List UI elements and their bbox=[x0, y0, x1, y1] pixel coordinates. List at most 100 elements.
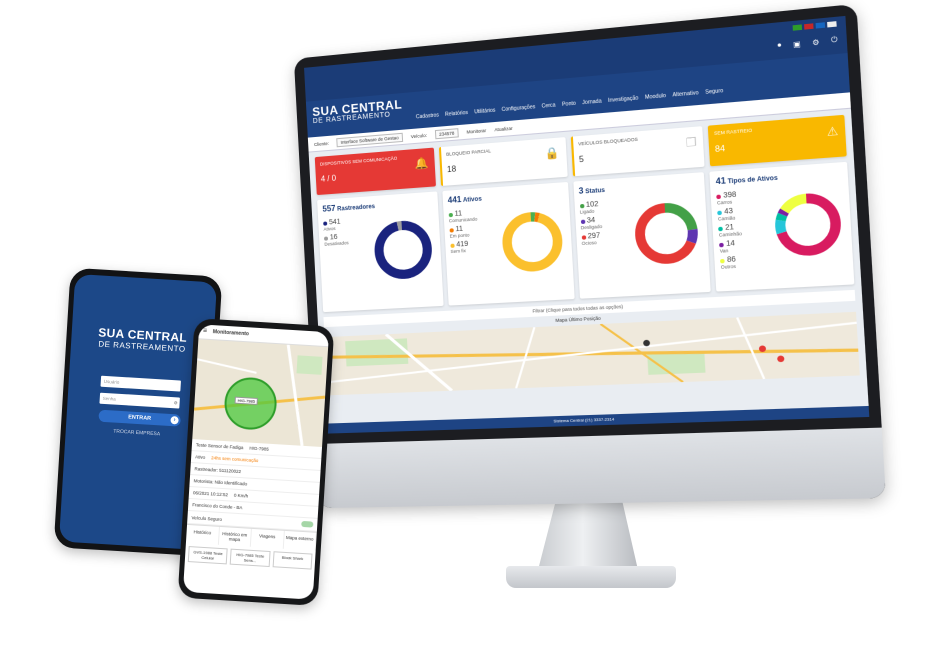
eye-icon[interactable]: ⊘ bbox=[174, 397, 178, 408]
brand-logo: SUA CENTRAL DE RASTREAMENTO bbox=[312, 97, 403, 125]
panel-title: 41 Tipos de Ativos bbox=[715, 175, 778, 187]
card-value: 84 bbox=[714, 143, 726, 155]
menu-icon[interactable]: ≡ bbox=[202, 325, 208, 339]
menu-item[interactable]: Ponto bbox=[562, 101, 576, 108]
legend-label: Em ponto bbox=[449, 232, 470, 239]
password-placeholder: Senha bbox=[102, 395, 116, 402]
menu-item[interactable]: Jornada bbox=[582, 98, 602, 106]
legend-item: 102 Ligado bbox=[579, 201, 601, 215]
card-label: Bloqueio parcial bbox=[446, 148, 492, 157]
panel-legend: 11 Comunicando 11 Em ponto 419 Sem fix bbox=[448, 209, 479, 257]
legend-dot-icon bbox=[323, 236, 329, 241]
asset-types-donut-chart bbox=[770, 189, 845, 261]
menu-item[interactable]: Cadastros bbox=[416, 112, 439, 120]
flag-usa-icon[interactable] bbox=[815, 22, 826, 29]
vehicle-chip[interactable]: HIG-7985 Teste Sens... bbox=[230, 548, 271, 568]
legend-item: 419 Sem fix bbox=[450, 240, 479, 254]
flag-spain-icon[interactable] bbox=[804, 23, 814, 30]
secure-toggle[interactable] bbox=[301, 520, 314, 528]
power-icon[interactable]: ⏻ bbox=[831, 36, 838, 45]
legend-item: 398 Carros bbox=[716, 191, 740, 206]
vehicle-name: Teste Sensor de Fadiga bbox=[195, 442, 244, 451]
panel-status: 3 Status 102 Ligado 34 Desligado 297 Ocioso bbox=[572, 172, 712, 299]
username-input[interactable]: Usuário bbox=[100, 375, 181, 392]
card-label: Veículos bloqueados bbox=[577, 136, 639, 147]
tab-trips[interactable]: Viagens bbox=[250, 528, 285, 549]
legend-item: 11 Comunicando bbox=[448, 209, 477, 223]
legend-label: Ligado bbox=[579, 208, 595, 215]
vehicle-input[interactable]: 234578 bbox=[434, 127, 459, 139]
refresh-button[interactable]: Atualizar bbox=[494, 125, 512, 132]
legend-label: Comunicando bbox=[448, 216, 478, 224]
legend-label: Desativados bbox=[324, 240, 349, 247]
login-button-label: ENTRAR bbox=[127, 414, 152, 422]
donut-slice bbox=[505, 215, 558, 268]
speed: 0 Km/h bbox=[233, 492, 249, 499]
vehicle-plate: HIG-7985 bbox=[249, 445, 270, 452]
settings-icon[interactable]: ⚙ bbox=[812, 38, 820, 47]
menu-item[interactable]: Investigação bbox=[608, 95, 639, 104]
legend-label: Van bbox=[719, 247, 729, 254]
legend-item: 541 Ativos bbox=[323, 218, 348, 232]
menu-item[interactable]: Cerca bbox=[541, 102, 555, 109]
donut-slice bbox=[378, 224, 429, 276]
vehicle-chip[interactable]: Block Shark bbox=[272, 551, 313, 570]
vehicle-map-tag[interactable]: HIG-7985 bbox=[234, 396, 259, 406]
lock-icon: 🔒 bbox=[544, 146, 560, 161]
monitor-stand-base bbox=[506, 566, 676, 588]
panel-trackers: 557 Rastreadores 541 Ativos 16 Desativados bbox=[317, 191, 444, 313]
legend-label: Camião bbox=[717, 215, 736, 222]
legend-label: Carros bbox=[716, 199, 733, 206]
user-icon[interactable]: ● bbox=[777, 42, 782, 51]
monitoring-map[interactable]: HIG-7985 bbox=[192, 339, 329, 448]
print-icon[interactable]: ▣ bbox=[793, 40, 801, 49]
warning-icon: ⚠ bbox=[826, 125, 839, 140]
vehicle-chip[interactable]: GVS-1988 Teste Celular bbox=[187, 546, 228, 565]
legend-item: 11 Em ponto bbox=[449, 225, 478, 239]
monitor-stand-neck bbox=[538, 500, 638, 570]
menu-item[interactable]: Relatórios bbox=[445, 110, 468, 118]
menu-item[interactable]: Alternativo bbox=[672, 90, 698, 99]
legend-item: 21 Caminhão bbox=[718, 223, 742, 238]
datetime: 06/2021 10:12:52 bbox=[192, 490, 229, 498]
menu-item[interactable]: Utilitários bbox=[474, 107, 496, 115]
panel-active: 441 Ativos 11 Comunicando 11 Em ponto 419 Sem… bbox=[442, 181, 575, 306]
legend-dot-icon bbox=[580, 219, 585, 224]
phone-monitoring: ≡ Monitoramento HIG-7985 Teste Sensor de… bbox=[177, 317, 335, 607]
monitoring-screen: ≡ Monitoramento HIG-7985 Teste Sensor de… bbox=[182, 324, 330, 600]
login-button[interactable]: ENTRAR › bbox=[98, 409, 181, 427]
client-select[interactable]: Interface Software de Gestao bbox=[336, 132, 403, 147]
card-value: 18 bbox=[446, 164, 457, 175]
legend-dot-icon bbox=[717, 210, 723, 216]
tab-external-map[interactable]: Mapa externo bbox=[283, 530, 317, 551]
arrow-right-icon: › bbox=[170, 416, 179, 425]
legend-label: Outros bbox=[720, 263, 737, 270]
trackers-donut-chart bbox=[370, 216, 436, 283]
vehicle-label: Veículo: bbox=[410, 132, 427, 139]
legend-dot-icon bbox=[450, 243, 455, 248]
tab-history[interactable]: Histórico bbox=[185, 524, 220, 545]
monitor-button[interactable]: Monitorar bbox=[466, 127, 486, 134]
menu-item[interactable]: Configurações bbox=[501, 104, 535, 113]
language-flags[interactable] bbox=[792, 21, 837, 31]
legend-dot-icon bbox=[718, 226, 724, 232]
menu-item[interactable]: Seguro bbox=[705, 88, 723, 96]
tab-history-map[interactable]: Histórico em mapa bbox=[218, 526, 252, 547]
bell-icon: 🔔 bbox=[414, 157, 429, 171]
legend-dot-icon bbox=[716, 194, 722, 199]
flag-brazil-icon[interactable] bbox=[792, 24, 803, 31]
menu-item[interactable]: Moodulo bbox=[645, 93, 666, 101]
flag-other-icon[interactable] bbox=[827, 21, 837, 28]
password-input[interactable]: Senha ⊘ bbox=[99, 392, 180, 409]
legend-label: Desligado bbox=[580, 223, 603, 231]
legend-dot-icon bbox=[323, 221, 328, 226]
client-label: Cliente: bbox=[313, 140, 330, 147]
legend-value: 14 bbox=[725, 239, 736, 249]
panel-asset-types: 41 Tipos de Ativos 398 Carros 43 Camião 21 Ca… bbox=[709, 161, 855, 292]
legend-label: Ativos bbox=[323, 225, 336, 232]
desktop-monitor: ● ▣ ⚙ ⏻ SUA CENTRAL DE RASTREAMENTO Cada… bbox=[293, 3, 886, 509]
monitor-screen: ● ▣ ⚙ ⏻ SUA CENTRAL DE RASTREAMENTO Cada… bbox=[304, 15, 870, 434]
panel-title: 557 Rastreadores bbox=[322, 203, 376, 214]
ignition-status: Ativo bbox=[195, 454, 206, 460]
card-label: Sem rastreio bbox=[713, 127, 753, 136]
